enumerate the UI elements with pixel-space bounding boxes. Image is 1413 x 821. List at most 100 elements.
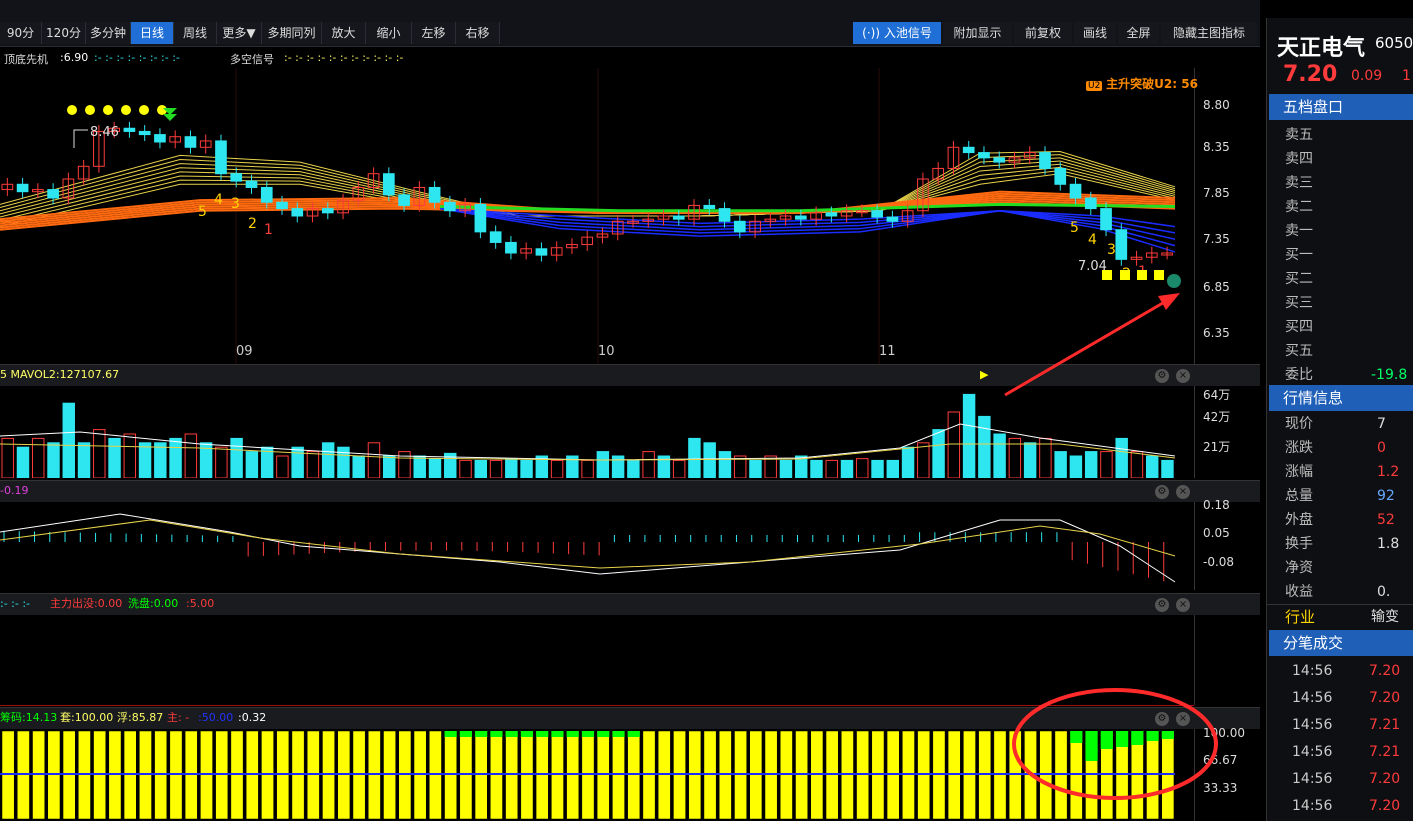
info-row-0-value: 7 (1377, 416, 1386, 432)
tick-time: 14:56 (1292, 690, 1333, 706)
function-button-2[interactable]: 前复权 (1014, 22, 1072, 44)
volume-bar-25 (382, 455, 396, 478)
function-button-3[interactable]: 画线 (1074, 22, 1116, 44)
gear-icon[interactable]: ⚙ (1155, 598, 1169, 612)
volume-bar-32 (489, 459, 503, 478)
period-button-9[interactable]: 左移 (412, 22, 456, 44)
chip-panel-header: 筹码:14.13 套:100.00 浮:85.87 主: - :50.00 :0… (0, 707, 1260, 729)
market-info-title[interactable]: 行情信息 (1269, 385, 1413, 411)
ask-row-4: 卖一 (1267, 219, 1413, 243)
function-button-5[interactable]: 隐藏主图指标 (1161, 22, 1257, 44)
candle-body-48 (733, 220, 746, 233)
flow-extra: :5.00 (186, 597, 215, 610)
info-row-7-label: 收益 (1285, 584, 1313, 600)
zhu-value: 主: - (167, 711, 190, 724)
count-left-2: 3 (231, 196, 240, 212)
function-button-4[interactable]: 全屏 (1118, 22, 1159, 44)
period-button-1[interactable]: 120分 (42, 22, 86, 44)
period-button-4[interactable]: 周线 (174, 22, 217, 44)
signal-dot-3 (121, 105, 131, 115)
chip-green-40 (612, 731, 625, 737)
info-row-7-value: 0. (1377, 584, 1391, 600)
period-button-10[interactable]: 右移 (456, 22, 500, 44)
volume-chart (0, 393, 1176, 478)
tick-time: 14:56 (1292, 798, 1333, 814)
candle-body-58 (886, 216, 899, 222)
candle-body-57 (871, 210, 883, 218)
candle-body-12 (184, 136, 197, 148)
period-button-2[interactable]: 多分钟 (86, 22, 131, 44)
chip-green-36 (551, 731, 564, 737)
candle-body-29 (444, 201, 456, 212)
volume-panel-header: 5 MAVOL2:127107.67 ▶ ⚙ × (0, 364, 1260, 386)
ratio-value: -19.8 (1371, 367, 1408, 383)
info-row-3-value: 92 (1377, 488, 1395, 504)
candle-body-71 (1084, 197, 1097, 210)
bid-row-0: 买一 (1267, 243, 1413, 267)
macd-axis: 0.18 0.05 -0.08 (1194, 498, 1261, 590)
flow-panel-header: :- :- :- 主力出没:0.00 洗盘:0.00 :5.00 ⚙ × (0, 593, 1260, 615)
volume-bar-46 (703, 442, 716, 478)
period-button-7[interactable]: 放大 (322, 22, 366, 44)
volume-bar-56 (856, 458, 869, 478)
close-icon[interactable]: × (1176, 598, 1190, 612)
last-value: :0.32 (238, 711, 267, 724)
info-row-2: 涨幅 1.2 (1267, 460, 1413, 484)
high-price-annotation: 8.46 (90, 125, 119, 140)
candle-body-21 (321, 208, 334, 214)
candle-body-18 (276, 201, 288, 210)
candle-body-46 (703, 204, 716, 210)
signal-dot-2 (103, 105, 113, 115)
tick-price: 7.20 (1369, 771, 1401, 787)
volume-bar-6 (93, 429, 106, 478)
volume-bar-1 (16, 446, 30, 478)
bid-row-1-label: 买二 (1285, 271, 1313, 287)
candle-body-69 (1054, 167, 1067, 185)
period-button-3[interactable]: 日线 (131, 22, 174, 44)
chip-green-33 (505, 731, 518, 737)
vol-tick-1: 42万 (1203, 410, 1231, 424)
candle-body-68 (1039, 152, 1051, 169)
volume-bar-5 (77, 442, 91, 478)
period-button-6[interactable]: 多期同列 (262, 22, 322, 44)
macd-tick-0: 0.18 (1203, 498, 1230, 512)
close-icon[interactable]: × (1176, 485, 1190, 499)
chip-green-76 (1161, 731, 1174, 739)
date-label-09: 09 (236, 344, 253, 359)
info-row-7: 收益 0. (1267, 580, 1413, 604)
period-button-8[interactable]: 缩小 (366, 22, 412, 44)
close-icon[interactable]: × (1176, 712, 1190, 726)
gear-icon[interactable]: ⚙ (1155, 712, 1169, 726)
ticks-title[interactable]: 分笔成交 (1269, 630, 1413, 656)
stock-change: 0.09 (1351, 68, 1383, 84)
volume-bar-59 (901, 446, 915, 478)
price-tick-2: 7.85 (1203, 186, 1230, 200)
indicator-extra: 多空信号 (230, 53, 274, 66)
period-button-0[interactable]: 90分 (0, 22, 42, 44)
volume-bar-28 (428, 458, 442, 478)
close-icon[interactable]: × (1176, 369, 1190, 383)
indicator-dashes-2: :- :- :- :- :- :- :- :- :- :- :- (284, 51, 404, 64)
volume-bar-19 (291, 446, 304, 478)
volume-bar-49 (749, 459, 762, 478)
candlestick-chart[interactable]: 8.467.045432154321 (0, 68, 1194, 364)
bid-row-1: 买二 (1267, 267, 1413, 291)
signal-dot-1 (85, 105, 95, 115)
volume-bar-73 (1115, 437, 1128, 478)
count-right-1: 4 (1088, 232, 1097, 248)
gear-icon[interactable]: ⚙ (1155, 485, 1169, 499)
flow-axis (1194, 615, 1261, 705)
order-book-title[interactable]: 五档盘口 (1269, 94, 1413, 120)
indicator-dashes: :- :- :- :- :- :- :- :- (94, 51, 180, 64)
gear-icon[interactable]: ⚙ (1155, 369, 1169, 383)
function-button-1[interactable]: 附加显示 (943, 22, 1012, 44)
candle-body-33 (505, 241, 517, 254)
volume-bar-36 (550, 459, 564, 478)
indicator-name[interactable]: 顶底先机 (4, 51, 48, 67)
chip-tick-0: 100.00 (1203, 726, 1245, 740)
period-button-5[interactable]: 更多▼ (217, 22, 262, 44)
ask-row-1: 卖四 (1267, 147, 1413, 171)
chip-green-75 (1146, 731, 1159, 741)
function-button-0[interactable]: (·)) 入池信号 (853, 22, 941, 44)
tick-time: 14:56 (1292, 771, 1333, 787)
